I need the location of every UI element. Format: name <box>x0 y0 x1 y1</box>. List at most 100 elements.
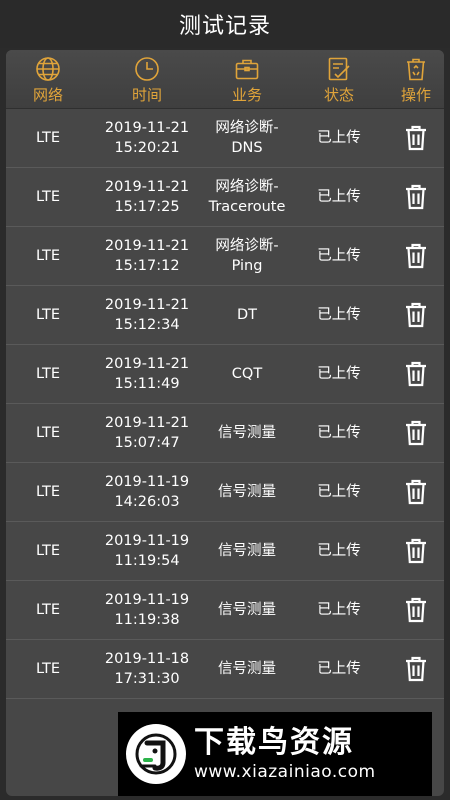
table-row[interactable]: LTE 2019-11-21 15:11:49 CQT 已上传 <box>6 345 444 404</box>
header-time-label: 时间 <box>131 86 162 104</box>
briefcase-icon <box>235 59 259 80</box>
row-business: 信号测量 <box>204 581 290 639</box>
row-network: LTE <box>35 248 61 264</box>
row-time-text: 15:12:34 <box>114 317 180 333</box>
row-time: 2019-11-21 15:07:47 <box>90 404 204 462</box>
row-time-text: 15:17:25 <box>114 199 180 215</box>
row-time-text: 15:20:21 <box>114 140 180 156</box>
row-time: 2019-11-19 11:19:54 <box>90 522 204 580</box>
row-date-text: 2019-11-19 <box>104 592 190 608</box>
row-status: 已上传 <box>317 425 361 441</box>
page-title: 测试记录 <box>178 14 271 39</box>
header-action: 操作 <box>388 50 444 108</box>
header-business-label: 业务 <box>231 86 262 104</box>
bird-logo <box>126 724 186 784</box>
delete-button[interactable] <box>388 404 444 462</box>
row-time: 2019-11-21 15:17:25 <box>90 168 204 226</box>
row-business-line1: CQT <box>231 366 263 382</box>
row-business: DT <box>204 286 290 344</box>
table-row[interactable]: LTE 2019-11-21 15:12:34 DT 已上传 <box>6 286 444 345</box>
trash-icon <box>404 361 428 387</box>
row-business-line1: 网络诊断- <box>215 120 279 136</box>
row-time: 2019-11-21 15:20:21 <box>90 109 204 167</box>
header-business: 业务 <box>204 50 290 108</box>
trash-icon <box>404 656 428 682</box>
delete-button[interactable] <box>388 345 444 403</box>
row-status: 已上传 <box>317 661 361 677</box>
row-date-text: 2019-11-21 <box>104 238 190 254</box>
globe-icon <box>36 57 60 81</box>
watermark-url: www.xiazainiao.com <box>194 762 376 782</box>
records-panel: 网络 时间 业务 状态 操作 LTE 2019-11-21 15:20:21 网… <box>6 50 444 796</box>
row-time: 2019-11-21 15:12:34 <box>90 286 204 344</box>
delete-button[interactable] <box>388 640 444 698</box>
header-network: 网络 <box>6 50 90 108</box>
header-action-label: 操作 <box>400 86 431 104</box>
delete-button[interactable] <box>388 227 444 285</box>
table-row[interactable]: LTE 2019-11-21 15:07:47 信号测量 已上传 <box>6 404 444 463</box>
trash-icon <box>404 243 428 269</box>
row-business: CQT <box>204 345 290 403</box>
header-status: 状态 <box>290 50 388 108</box>
bird-logo-icon <box>135 733 177 775</box>
row-date-text: 2019-11-19 <box>104 533 190 549</box>
row-time-text: 11:19:38 <box>114 612 180 628</box>
row-time: 2019-11-18 17:31:30 <box>90 640 204 698</box>
row-business: 信号测量 <box>204 640 290 698</box>
row-business: 网络诊断- Traceroute <box>204 168 290 226</box>
delete-button[interactable] <box>388 522 444 580</box>
table-row[interactable]: LTE 2019-11-21 15:17:25 网络诊断- Traceroute 已上传 <box>6 168 444 227</box>
row-time-text: 11:19:54 <box>114 553 180 569</box>
table-row[interactable]: LTE 2019-11-19 11:19:38 信号测量 已上传 <box>6 581 444 640</box>
row-network: LTE <box>35 307 61 323</box>
trash-icon <box>404 125 428 151</box>
delete-button[interactable] <box>388 463 444 521</box>
delete-button[interactable] <box>388 109 444 167</box>
row-business-line1: 网络诊断- <box>215 238 279 254</box>
row-time-text: 17:31:30 <box>114 671 180 687</box>
title-bar: 测试记录 <box>0 0 450 48</box>
row-network: LTE <box>35 130 61 146</box>
header-time: 时间 <box>90 50 204 108</box>
trash-icon <box>404 597 428 623</box>
trash-icon <box>404 538 428 564</box>
row-time: 2019-11-21 15:17:12 <box>90 227 204 285</box>
delete-button[interactable] <box>388 286 444 344</box>
row-business: 网络诊断- DNS <box>204 109 290 167</box>
delete-button[interactable] <box>388 168 444 226</box>
row-network: LTE <box>35 189 61 205</box>
table-row[interactable]: LTE 2019-11-19 14:26:03 信号测量 已上传 <box>6 463 444 522</box>
table-row[interactable]: LTE 2019-11-18 17:31:30 信号测量 已上传 <box>6 640 444 699</box>
row-status: 已上传 <box>317 248 361 264</box>
row-date-text: 2019-11-21 <box>104 415 190 431</box>
table-header: 网络 时间 业务 状态 操作 <box>6 50 444 109</box>
row-status: 已上传 <box>317 602 361 618</box>
clock-icon <box>135 57 159 81</box>
row-network: LTE <box>35 484 61 500</box>
row-business-line1: 信号测量 <box>218 602 276 618</box>
table-row[interactable]: LTE 2019-11-21 15:17:12 网络诊断- Ping 已上传 <box>6 227 444 286</box>
table-row[interactable]: LTE 2019-11-21 15:20:21 网络诊断- DNS 已上传 <box>6 109 444 168</box>
row-business: 信号测量 <box>204 463 290 521</box>
row-date-text: 2019-11-21 <box>104 179 190 195</box>
row-business-line1: 信号测量 <box>218 484 276 500</box>
row-time-text: 15:11:49 <box>114 376 180 392</box>
delete-button[interactable] <box>388 581 444 639</box>
row-time: 2019-11-21 15:11:49 <box>90 345 204 403</box>
row-time: 2019-11-19 14:26:03 <box>90 463 204 521</box>
watermark-name: 下载鸟资源 <box>194 725 354 760</box>
records-list: LTE 2019-11-21 15:20:21 网络诊断- DNS 已上传 LTE 2019-… <box>6 109 444 699</box>
row-status: 已上传 <box>317 307 361 323</box>
row-time-text: 15:17:12 <box>114 258 180 274</box>
row-date-text: 2019-11-21 <box>104 297 190 313</box>
row-business: 信号测量 <box>204 404 290 462</box>
row-status: 已上传 <box>317 484 361 500</box>
watermark-banner: 下载鸟资源 www.xiazainiao.com <box>118 712 432 796</box>
table-row[interactable]: LTE 2019-11-19 11:19:54 信号测量 已上传 <box>6 522 444 581</box>
row-network: LTE <box>35 661 61 677</box>
row-status: 已上传 <box>317 130 361 146</box>
header-network-label: 网络 <box>32 86 63 104</box>
trash-icon <box>404 479 428 505</box>
status-checklist-icon <box>328 57 350 81</box>
row-status: 已上传 <box>317 366 361 382</box>
